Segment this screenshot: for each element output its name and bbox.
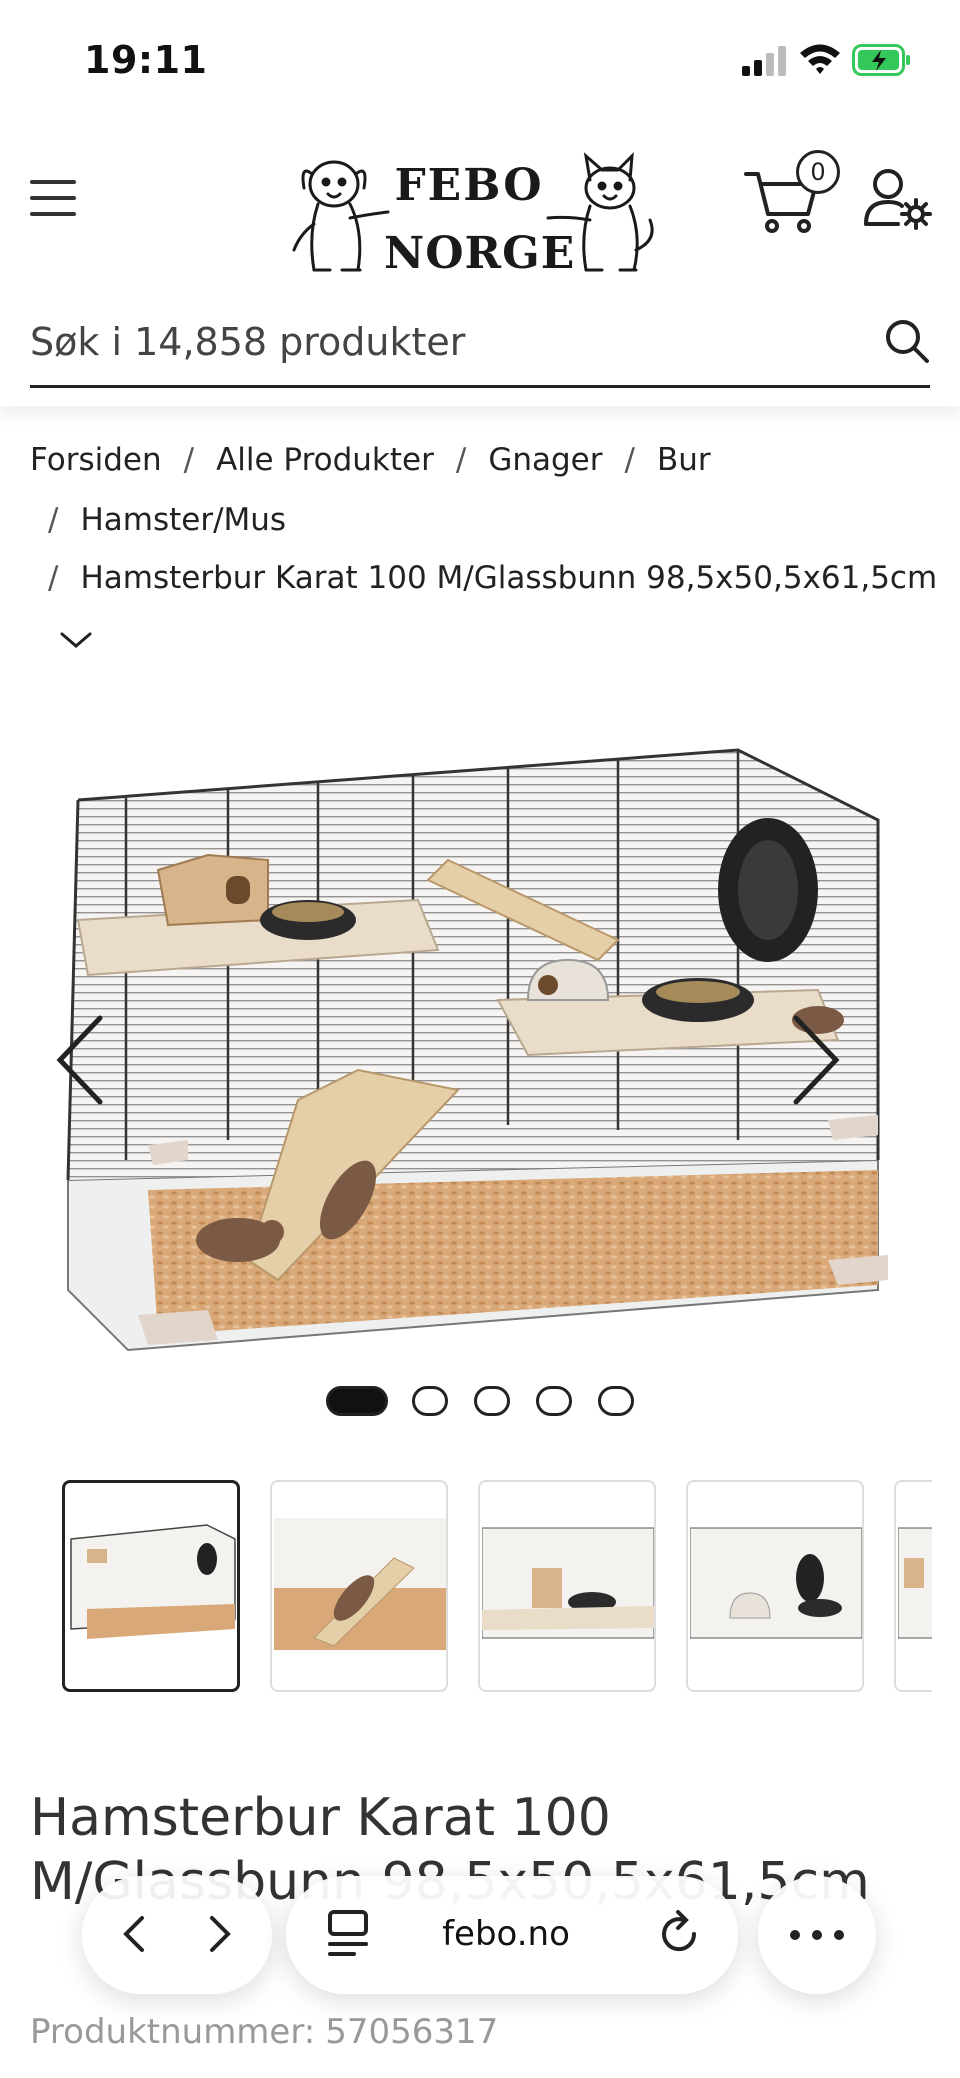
status-bar: 19:11 [0,0,960,120]
thumbnail-image [690,1527,862,1639]
thumbnail[interactable] [686,1480,864,1692]
carousel-dot[interactable] [598,1386,634,1416]
hamburger-icon [30,180,76,184]
reload-icon[interactable] [654,1906,706,1962]
breadcrumb-item-rodents[interactable]: Gnager [488,442,602,478]
chevron-right-icon[interactable] [784,1012,844,1108]
thumbnail[interactable] [270,1480,448,1692]
site-logo[interactable]: FEBO NORGE [284,146,660,280]
search-bar [30,298,930,388]
cat-illustration [546,152,654,272]
site-header: FEBO NORGE 0 [0,120,960,406]
carousel-dot[interactable] [326,1386,388,1416]
breadcrumb-item-cages[interactable]: Bur [657,442,711,478]
carousel-dots [326,1386,636,1418]
logo-text-line2: NORGE [384,228,576,279]
forward-icon[interactable] [190,1906,246,1962]
logo-text-line1: FEBO [394,160,544,211]
thumbnail[interactable] [894,1480,932,1692]
back-icon[interactable] [108,1906,164,1962]
thumbnail-image [898,1527,932,1639]
reader-icon[interactable] [324,1908,372,1960]
breadcrumb-separator: / [48,502,59,538]
menu-button[interactable] [30,180,76,220]
breadcrumb-item-all-products[interactable]: Alle Produkter [216,442,434,478]
user-settings-icon[interactable] [862,166,932,232]
more-icon[interactable] [788,1928,846,1942]
hamburger-line [30,212,76,216]
breadcrumb-item-home[interactable]: Forsiden [30,442,162,478]
search-input[interactable] [30,312,830,372]
hamburger-line [30,196,76,200]
browser-address-bar[interactable]: febo.no [286,1876,738,1994]
carousel-dot[interactable] [474,1386,510,1416]
breadcrumb-row: Forsiden / Alle Produkter / Gnager / Bur [30,442,711,478]
breadcrumb-row: / Hamsterbur Karat 100 M/Glassbunn 98,5x5… [48,560,937,596]
breadcrumb-item-hamster-mice[interactable]: Hamster/Mus [80,502,286,538]
breadcrumb-item-current: Hamsterbur Karat 100 M/Glassbunn 98,5x50… [80,560,938,596]
wifi-icon [800,44,840,74]
product-number-label: Produktnummer: [30,2012,316,2052]
cart-count-badge: 0 [796,150,840,194]
breadcrumb-row: / Hamster/Mus [48,502,286,538]
breadcrumb-separator: / [183,442,195,478]
product-gallery [0,700,960,1380]
dog-illustration [292,160,390,272]
thumbnail[interactable] [62,1480,240,1692]
thumbnail-image [70,1524,236,1639]
thumbnail[interactable] [478,1480,656,1692]
product-number-value: 57056317 [325,2012,499,2052]
chevron-left-icon[interactable] [52,1012,112,1108]
signal-icon [742,46,786,76]
status-time: 19:11 [84,38,208,82]
browser-nav-pill [82,1876,272,1994]
carousel-dot[interactable] [412,1386,448,1416]
browser-url[interactable]: febo.no [386,1914,626,1954]
thumbnail-image [482,1527,654,1639]
chevron-down-icon[interactable] [58,628,94,652]
product-number: Produktnummer: 57056317 [30,2012,498,2052]
breadcrumb-separator: / [455,442,467,478]
browser-more-pill [758,1876,876,1994]
breadcrumb-separator: / [48,560,59,596]
breadcrumb-separator: / [624,442,635,478]
thumbnail-strip [62,1480,932,1692]
product-image[interactable] [58,720,902,1360]
search-icon[interactable] [884,318,930,364]
carousel-dot[interactable] [536,1386,572,1416]
thumbnail-image [274,1518,446,1650]
battery-icon [852,44,910,76]
